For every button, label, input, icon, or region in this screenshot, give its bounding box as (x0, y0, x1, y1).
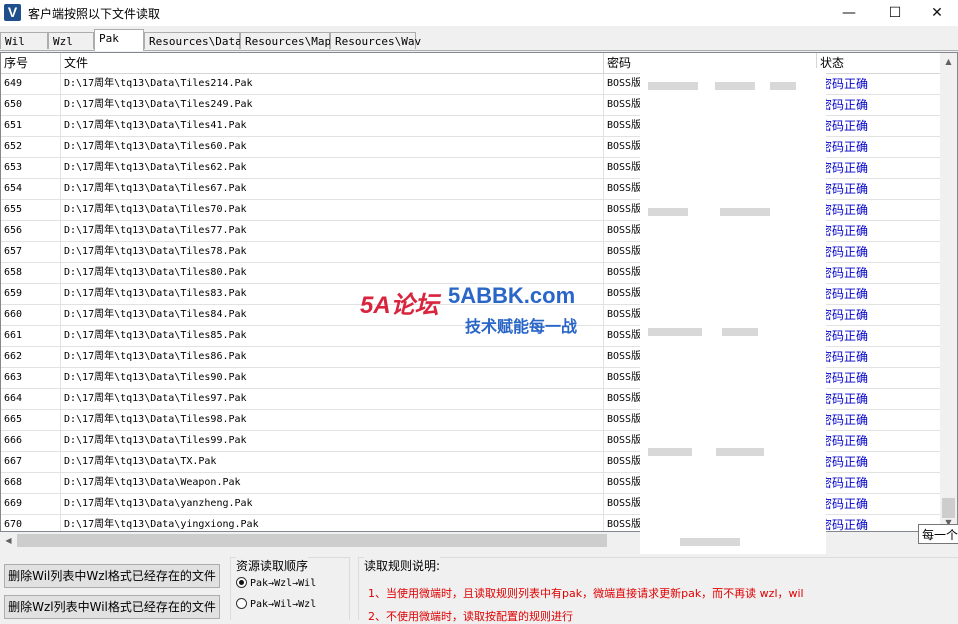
cell-index: 652 (1, 137, 61, 157)
cell-file: D:\17周年\tq13\Data\Tiles62.Pak (61, 158, 604, 178)
cell-status: 密码正确 (817, 242, 941, 262)
cell-status: 密码正确 (817, 494, 941, 514)
redacted-area (640, 68, 826, 554)
cell-status: 密码正确 (817, 158, 941, 178)
tab-resources-map[interactable]: Resources\Map (240, 32, 331, 49)
cell-index: 651 (1, 116, 61, 136)
cell-file: D:\17周年\tq13\Data\Tiles214.Pak (61, 74, 604, 94)
cell-status: 密码正确 (817, 284, 941, 304)
cell-file: D:\17周年\tq13\Data\yanzheng.Pak (61, 494, 604, 514)
cell-status: 密码正确 (817, 389, 941, 409)
tab-resources-data[interactable]: Resources\Data (144, 32, 242, 49)
cell-index: 653 (1, 158, 61, 178)
tab-strip: Wil Wzl Pak Resources\Data Resources\Map… (0, 29, 958, 51)
cell-index: 668 (1, 473, 61, 493)
vertical-scrollbar[interactable]: ▲ ▼ (940, 53, 957, 531)
minimize-button[interactable]: — (826, 0, 872, 26)
cell-index: 663 (1, 368, 61, 388)
cell-file: D:\17周年\tq13\Data\Tiles86.Pak (61, 347, 604, 367)
watermark: 5A论坛 5ABBK.com 技术赋能每一战 (360, 275, 610, 345)
column-header-file[interactable]: 文件 (61, 53, 604, 73)
cell-file: D:\17周年\tq13\Data\Tiles90.Pak (61, 368, 604, 388)
radio-order-pak-wil-wzl[interactable]: Pak→Wil→Wzl (236, 598, 316, 612)
cell-status: 密码正确 (817, 179, 941, 199)
cell-status: 密码正确 (817, 116, 941, 136)
rule-item-2: 2、不使用微端时，读取按配置的规则进行 (368, 610, 573, 623)
cell-file: D:\17周年\tq13\Data\yingxiong.Pak (61, 515, 604, 531)
cell-status: 密码正确 (817, 326, 941, 346)
cell-status: 密码正确 (817, 221, 941, 241)
rules-title: 读取规则说明: (364, 557, 441, 574)
watermark-slogan: 技术赋能每一战 (465, 317, 578, 336)
cell-index: 654 (1, 179, 61, 199)
cell-file: D:\17周年\tq13\Data\Tiles70.Pak (61, 200, 604, 220)
cell-index: 660 (1, 305, 61, 325)
cell-index: 664 (1, 389, 61, 409)
cell-status: 密码正确 (817, 473, 941, 493)
watermark-logo: 5A论坛 (360, 292, 439, 319)
cell-index: 666 (1, 431, 61, 451)
tab-wil[interactable]: Wil (0, 32, 48, 49)
cell-index: 655 (1, 200, 61, 220)
scroll-left-icon[interactable]: ◀ (0, 532, 17, 549)
cell-index: 649 (1, 74, 61, 94)
cell-file: D:\17周年\tq13\Data\Tiles98.Pak (61, 410, 604, 430)
resource-order-title: 资源读取顺序 (236, 557, 309, 574)
tab-pak[interactable]: Pak (94, 29, 144, 51)
cell-status: 密码正确 (817, 200, 941, 220)
tab-wzl[interactable]: Wzl (48, 32, 94, 49)
cell-file: D:\17周年\tq13\Data\Tiles249.Pak (61, 95, 604, 115)
close-button[interactable]: ✕ (914, 0, 958, 26)
cell-file: D:\17周年\tq13\Data\Tiles78.Pak (61, 242, 604, 262)
delete-wil-duplicates-button[interactable]: 删除Wil列表中Wzl格式已经存在的文件 (4, 564, 220, 588)
cell-index: 667 (1, 452, 61, 472)
cell-status: 密码正确 (817, 95, 941, 115)
cell-file: D:\17周年\tq13\Data\Tiles97.Pak (61, 389, 604, 409)
cell-file: D:\17周年\tq13\Data\Weapon.Pak (61, 473, 604, 493)
cell-index: 662 (1, 347, 61, 367)
window-title: 客户端按照以下文件读取 (28, 7, 161, 21)
cell-file: D:\17周年\tq13\Data\Tiles60.Pak (61, 137, 604, 157)
cell-index: 665 (1, 410, 61, 430)
cell-status: 密码正确 (817, 305, 941, 325)
maximize-button[interactable]: ☐ (872, 0, 918, 26)
horizontal-scroll-thumb[interactable] (17, 534, 607, 547)
cell-file: D:\17周年\tq13\Data\TX.Pak (61, 452, 604, 472)
watermark-site: 5ABBK.com (448, 283, 576, 308)
cell-index: 658 (1, 263, 61, 283)
cell-index: 650 (1, 95, 61, 115)
title-bar: V 客户端按照以下文件读取 — ☐ ✕ (0, 0, 958, 26)
cell-status: 密码正确 (817, 137, 941, 157)
cell-index: 657 (1, 242, 61, 262)
cell-status: 密码正确 (817, 347, 941, 367)
column-header-status[interactable]: 状态 (817, 53, 941, 73)
delete-wzl-duplicates-button[interactable]: 删除Wzl列表中Wil格式已经存在的文件 (4, 595, 220, 619)
radio-label: Pak→Wil→Wzl (250, 599, 317, 610)
tooltip: 每一个 (918, 524, 958, 544)
cell-status: 密码正确 (817, 431, 941, 451)
scroll-up-icon[interactable]: ▲ (940, 53, 957, 70)
cell-index: 659 (1, 284, 61, 304)
cell-status: 密码正确 (817, 263, 941, 283)
radio-checked-icon[interactable] (236, 577, 247, 588)
rule-item-1: 1、当使用微端时，且读取规则列表中有pak，微端直接请求更新pak，而不再读 w… (368, 587, 804, 600)
cell-file: D:\17周年\tq13\Data\Tiles67.Pak (61, 179, 604, 199)
tab-resources-wav[interactable]: Resources\Wav (330, 32, 421, 49)
radio-order-pak-wzl-wil[interactable]: Pak→Wzl→Wil (236, 577, 316, 591)
column-header-index[interactable]: 序号 (1, 53, 61, 73)
cell-index: 656 (1, 221, 61, 241)
cell-status: 密码正确 (817, 452, 941, 472)
cell-status: 密码正确 (817, 368, 941, 388)
cell-file: D:\17周年\tq13\Data\Tiles99.Pak (61, 431, 604, 451)
radio-unchecked-icon[interactable] (236, 598, 247, 609)
cell-file: D:\17周年\tq13\Data\Tiles77.Pak (61, 221, 604, 241)
cell-index: 670 (1, 515, 61, 531)
cell-status: 密码正确 (817, 74, 941, 94)
cell-index: 669 (1, 494, 61, 514)
radio-label: Pak→Wzl→Wil (250, 578, 317, 589)
cell-status: 密码正确 (817, 410, 941, 430)
cell-file: D:\17周年\tq13\Data\Tiles41.Pak (61, 116, 604, 136)
cell-index: 661 (1, 326, 61, 346)
app-icon: V (4, 4, 21, 21)
